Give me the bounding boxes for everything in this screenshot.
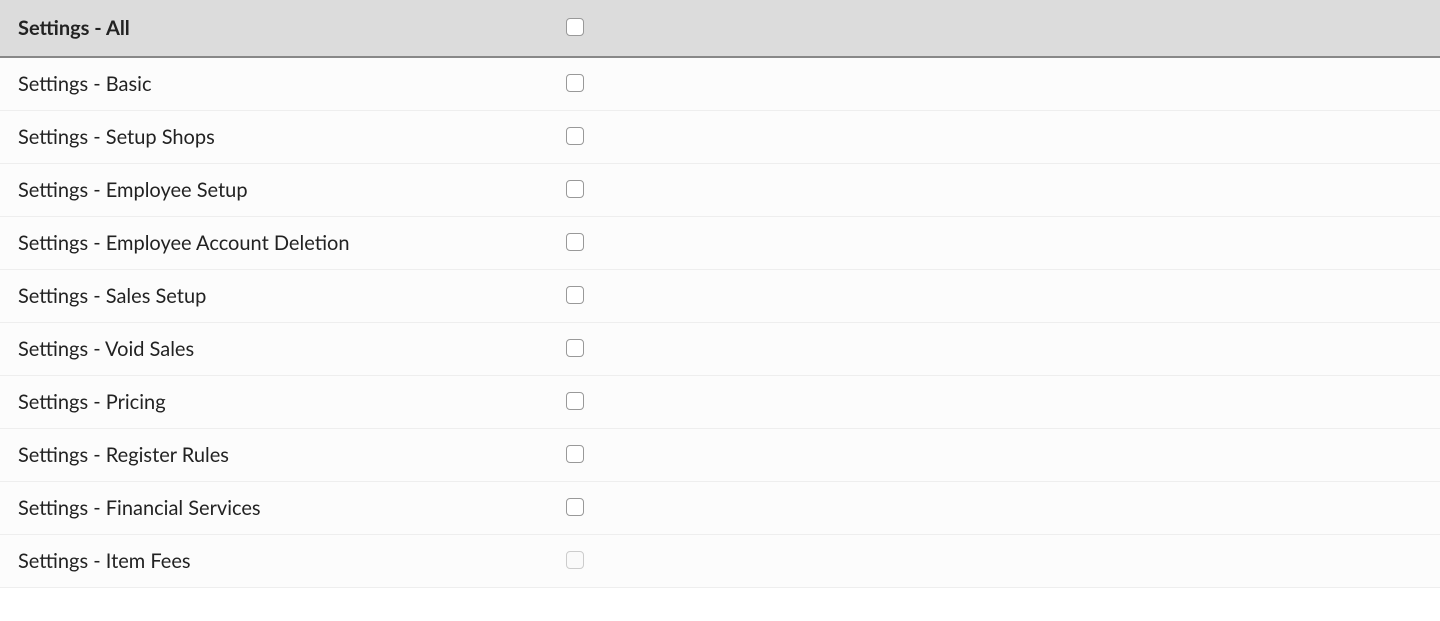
permissions-row: Settings - Employee Account Deletion (0, 217, 1440, 270)
permissions-row: Settings - Sales Setup (0, 270, 1440, 323)
permissions-row: Settings - Pricing (0, 376, 1440, 429)
permissions-row-checkbox[interactable] (566, 392, 584, 410)
permissions-row-checkbox[interactable] (566, 180, 584, 198)
permissions-row-checkbox[interactable] (566, 127, 584, 145)
permissions-row: Settings - Basic (0, 57, 1440, 111)
permissions-row-label: Settings - Setup Shops (18, 125, 215, 149)
permissions-row-label: Settings - Pricing (18, 390, 166, 414)
permissions-row-label: Settings - Item Fees (18, 549, 191, 573)
permissions-row-label: Settings - Basic (18, 72, 152, 96)
permissions-row-checkbox[interactable] (566, 445, 584, 463)
permissions-row: Settings - Register Rules (0, 429, 1440, 482)
permissions-header-label: Settings - All (18, 16, 130, 40)
permissions-row-checkbox[interactable] (566, 74, 584, 92)
permissions-row-label: Settings - Employee Account Deletion (18, 231, 350, 255)
permissions-row: Settings - Item Fees (0, 535, 1440, 588)
permissions-row-checkbox[interactable] (566, 233, 584, 251)
permissions-row-label: Settings - Void Sales (18, 337, 194, 361)
permissions-header-checkbox[interactable] (566, 18, 584, 36)
permissions-row-checkbox (566, 551, 584, 569)
permissions-row: Settings - Setup Shops (0, 111, 1440, 164)
permissions-row-label: Settings - Financial Services (18, 496, 261, 520)
permissions-table: Settings - All Settings - Basic Settings … (0, 0, 1440, 588)
permissions-row-checkbox[interactable] (566, 498, 584, 516)
permissions-row: Settings - Financial Services (0, 482, 1440, 535)
permissions-row-checkbox[interactable] (566, 286, 584, 304)
permissions-row-label: Settings - Register Rules (18, 443, 229, 467)
permissions-row-label: Settings - Sales Setup (18, 284, 206, 308)
permissions-row-checkbox[interactable] (566, 339, 584, 357)
permissions-row-label: Settings - Employee Setup (18, 178, 248, 202)
permissions-row: Settings - Employee Setup (0, 164, 1440, 217)
permissions-header-row: Settings - All (0, 0, 1440, 57)
permissions-row: Settings - Void Sales (0, 323, 1440, 376)
